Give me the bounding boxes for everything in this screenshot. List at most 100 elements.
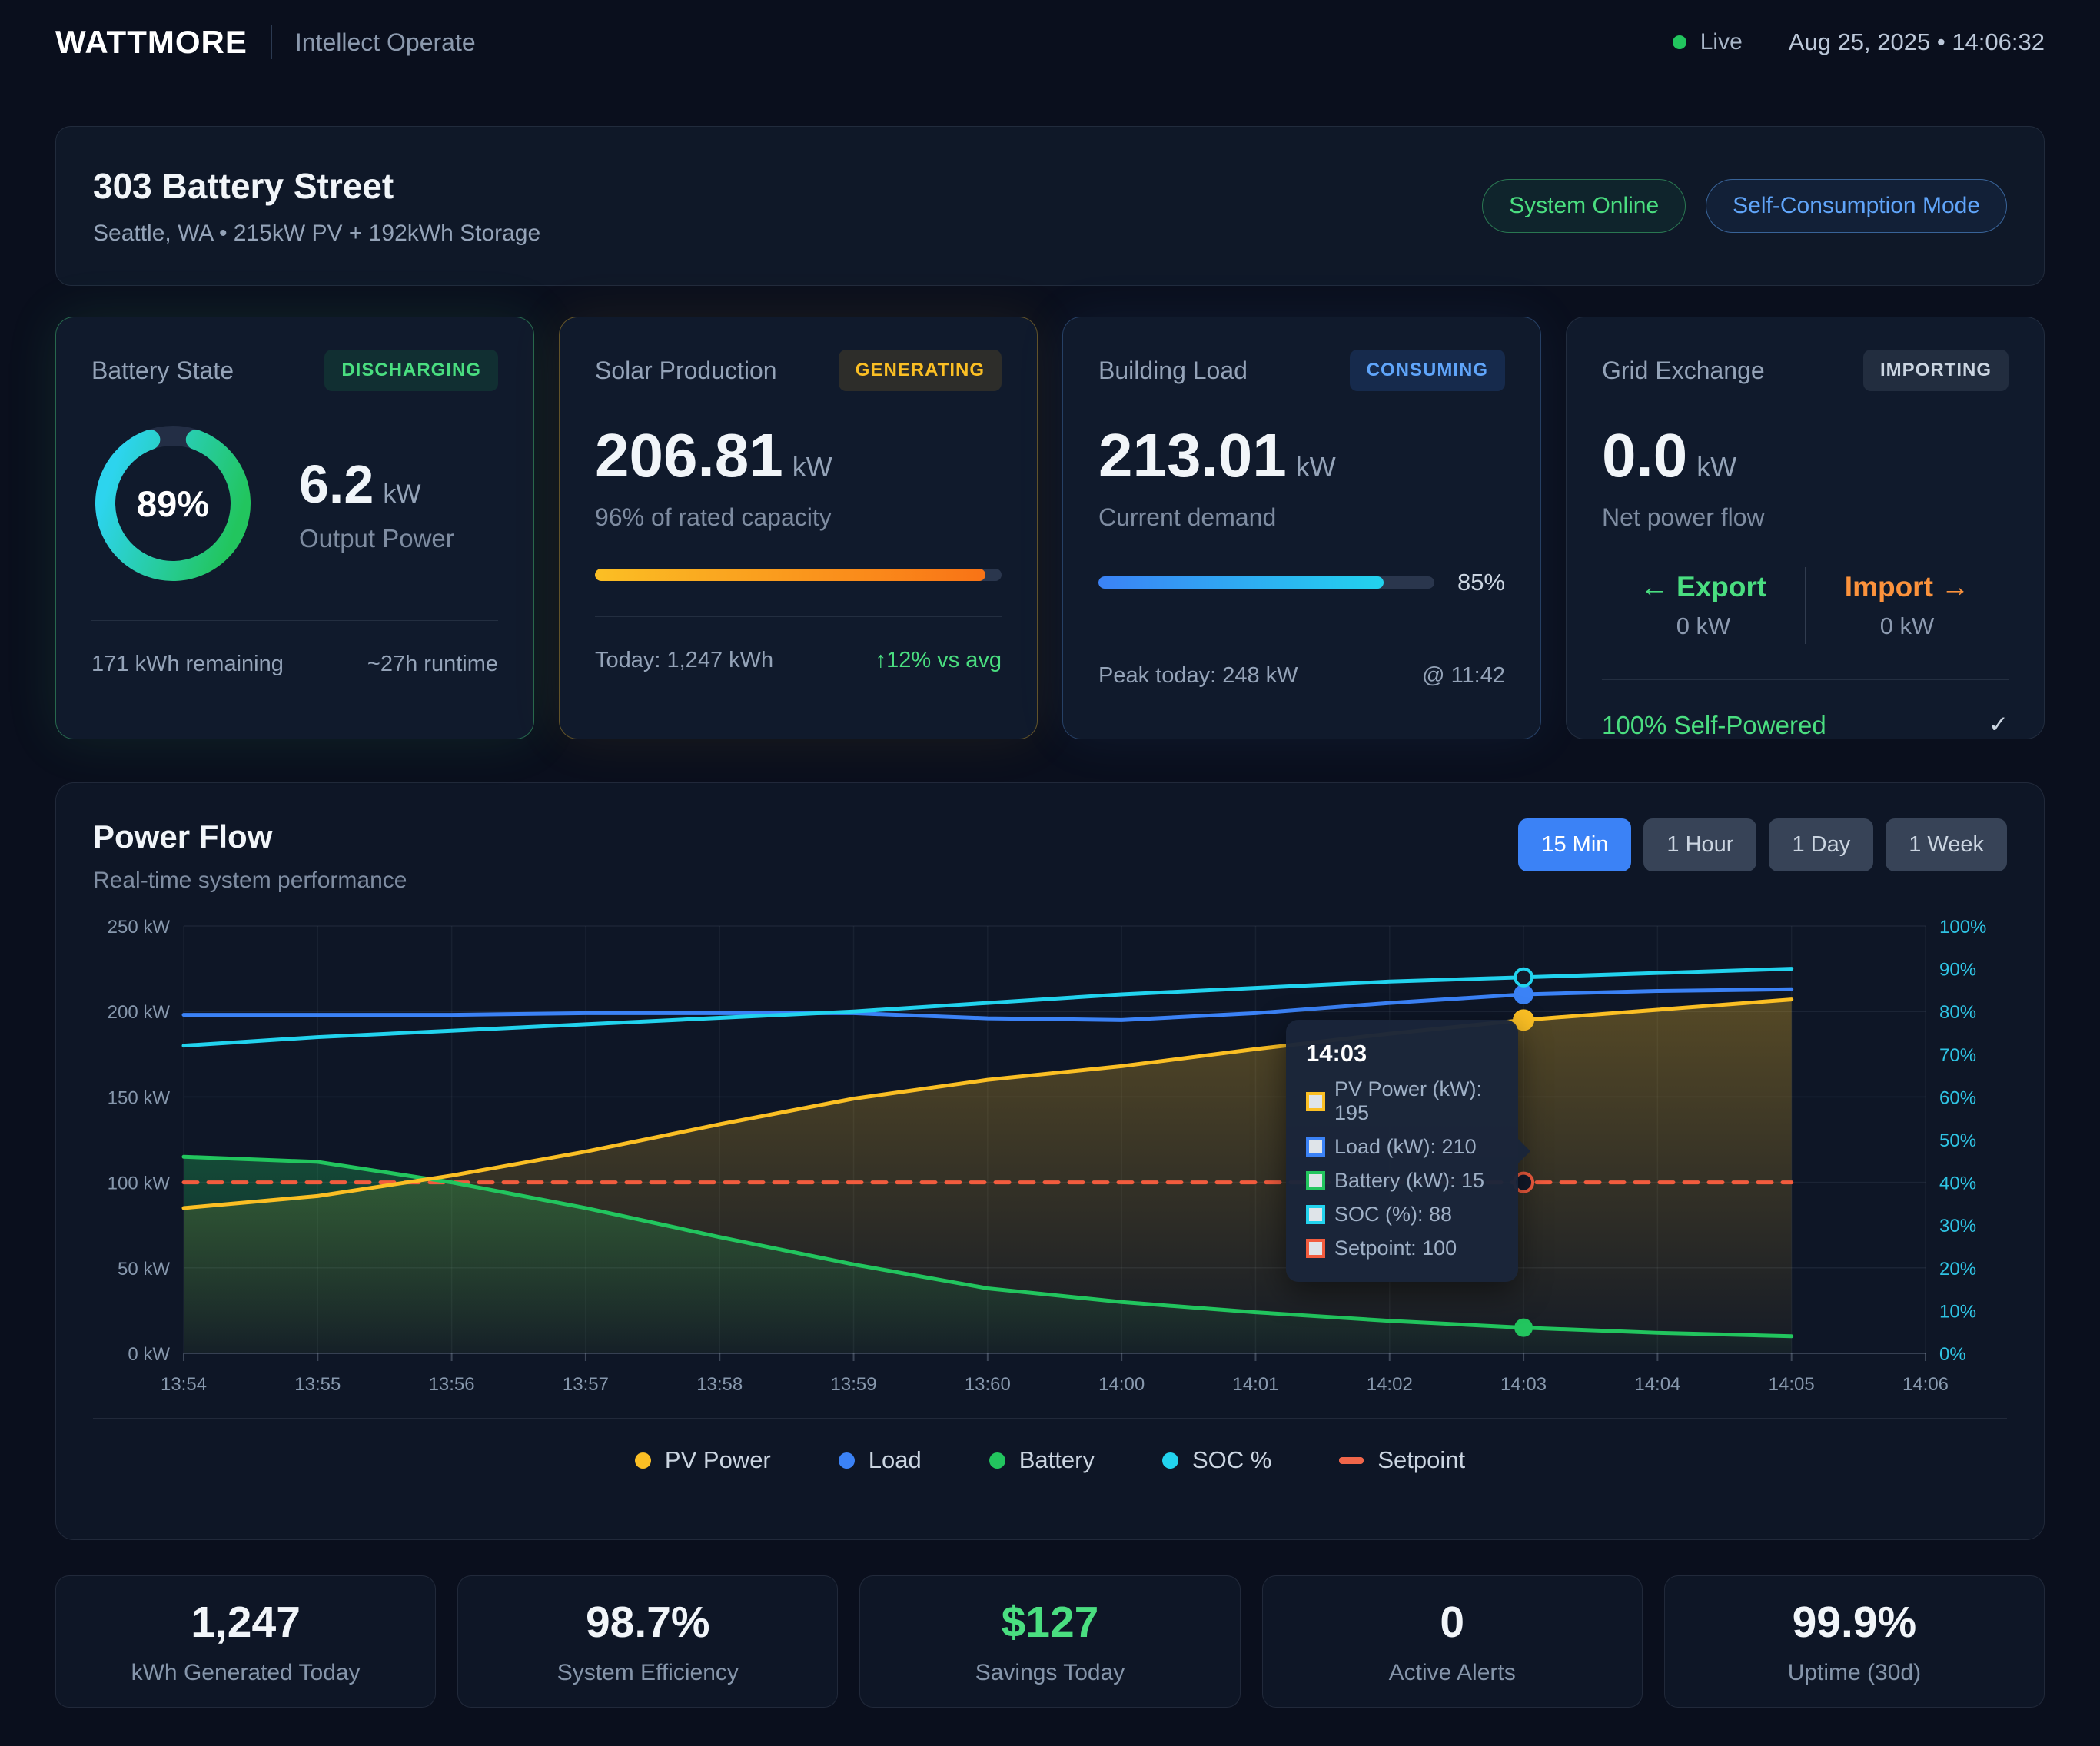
battery-swatch-icon — [1306, 1171, 1325, 1190]
solar-value-number: 206.81 — [595, 421, 783, 490]
grid-import-block: Import → 0 kW — [1806, 571, 2009, 640]
battery-output-unit: kW — [383, 480, 420, 509]
site-overview-card: 303 Battery Street Seattle, WA • 215kW P… — [55, 126, 2045, 286]
legend-label: PV Power — [665, 1446, 771, 1474]
self-powered-label: 100% Self-Powered — [1602, 711, 1826, 740]
legend-item-setpoint: Setpoint — [1339, 1446, 1465, 1474]
x-axis-label: 14:03 — [1500, 1374, 1547, 1395]
site-badges: System Online Self-Consumption Mode — [1482, 179, 2007, 233]
chart-legend: PV Power Load Battery SOC % Setpoint — [93, 1418, 2007, 1474]
range-button-1hour[interactable]: 1 Hour — [1643, 818, 1756, 871]
power-flow-chart[interactable]: 250 kW200 kW150 kW100 kW50 kW0 kW100%90%… — [93, 912, 2009, 1404]
solar-status-badge: GENERATING — [839, 350, 1002, 391]
kpi-row: Battery State DISCHARGING — [55, 317, 2045, 739]
y-axis-label: 0 kW — [128, 1344, 170, 1365]
x-axis-label: 13:59 — [831, 1374, 877, 1395]
building-load-card: Building Load CONSUMING 213.01kW Current… — [1062, 317, 1541, 739]
marker-load — [1514, 984, 1533, 1004]
battery-card-divider — [91, 620, 498, 621]
solar-card-header: Solar Production GENERATING — [595, 350, 1002, 391]
load-card-footer: Peak today: 248 kW @ 11:42 — [1098, 663, 1505, 689]
stat-value: 99.9% — [1793, 1597, 1917, 1648]
battery-remaining: 171 kWh remaining — [91, 652, 284, 677]
load-value-unit: kW — [1296, 451, 1336, 483]
y2-axis-label: 10% — [1939, 1301, 1976, 1322]
battery-card-title: Battery State — [91, 357, 234, 385]
time-range-buttons: 15 Min 1 Hour 1 Day 1 Week — [1518, 818, 2007, 871]
y-axis-label: 250 kW — [108, 917, 171, 938]
range-button-1day[interactable]: 1 Day — [1769, 818, 1873, 871]
live-dot-icon — [1673, 35, 1686, 49]
power-flow-subtitle: Real-time system performance — [93, 868, 407, 894]
grid-card-divider — [1602, 679, 2009, 680]
grid-import-label: Import → — [1806, 571, 2009, 603]
solar-progress-track — [595, 569, 1002, 581]
battery-dot-icon — [989, 1452, 1005, 1469]
battery-card-header: Battery State DISCHARGING — [91, 350, 498, 391]
solar-card-title: Solar Production — [595, 357, 777, 385]
stat-kwh-generated: 1,247 kWh Generated Today — [55, 1575, 436, 1708]
load-value-number: 213.01 — [1098, 421, 1287, 490]
battery-soc-ring: 89% — [91, 422, 254, 585]
stat-value: $127 — [1002, 1597, 1099, 1648]
grid-card-title: Grid Exchange — [1602, 357, 1765, 385]
stat-label: Savings Today — [975, 1660, 1125, 1686]
setpoint-dash-icon — [1339, 1457, 1364, 1464]
load-card-header: Building Load CONSUMING — [1098, 350, 1505, 391]
stat-label: Uptime (30d) — [1788, 1660, 1921, 1686]
tooltip-battery-text: Battery (kW): 15 — [1334, 1169, 1484, 1193]
stat-savings-today: $127 Savings Today — [859, 1575, 1240, 1708]
load-card-title: Building Load — [1098, 357, 1248, 385]
y-axis-label: 200 kW — [108, 1002, 171, 1023]
battery-output-value: 6.2 kW — [299, 453, 454, 515]
y-axis-label: 50 kW — [118, 1259, 170, 1280]
brand-block: WATTMORE Intellect Operate — [55, 24, 476, 61]
grid-value-number: 0.0 — [1602, 421, 1687, 490]
x-axis-label: 13:60 — [965, 1374, 1011, 1395]
range-button-15min[interactable]: 15 Min — [1518, 818, 1631, 871]
dashboard-page: WATTMORE Intellect Operate Live Aug 25, … — [0, 0, 2100, 1708]
power-flow-titles: Power Flow Real-time system performance — [93, 818, 407, 894]
site-subtitle: Seattle, WA • 215kW PV + 192kWh Storage — [93, 221, 540, 247]
x-axis-label: 14:05 — [1769, 1374, 1815, 1395]
live-status: Live — [1673, 29, 1743, 55]
self-consumption-mode-badge[interactable]: Self-Consumption Mode — [1706, 179, 2007, 233]
pv-power-dot-icon — [635, 1452, 651, 1469]
soc-dot-icon — [1162, 1452, 1178, 1469]
load-progress-track — [1098, 576, 1434, 589]
load-progress-row: 85% — [1098, 569, 1505, 596]
y2-axis-label: 40% — [1939, 1173, 1976, 1194]
battery-runtime: ~27h runtime — [367, 652, 498, 677]
tooltip-setpoint-text: Setpoint: 100 — [1334, 1236, 1457, 1260]
system-online-badge: System Online — [1482, 179, 1686, 233]
live-label: Live — [1700, 29, 1743, 55]
solar-value: 206.81kW — [595, 420, 1002, 491]
power-flow-panel: Power Flow Real-time system performance … — [55, 782, 2045, 1540]
y2-axis-label: 60% — [1939, 1087, 1976, 1108]
tooltip-load-text: Load (kW): 210 — [1334, 1135, 1477, 1159]
grid-export-block: ← Export 0 kW — [1602, 571, 1805, 640]
legend-item-soc: SOC % — [1162, 1446, 1271, 1474]
stat-label: System Efficiency — [557, 1660, 739, 1686]
grid-status-badge: IMPORTING — [1863, 350, 2009, 391]
summary-stats-row: 1,247 kWh Generated Today 98.7% System E… — [55, 1575, 2045, 1708]
x-axis-label: 13:56 — [429, 1374, 475, 1395]
y2-axis-label: 20% — [1939, 1259, 1976, 1280]
brand-logo: WATTMORE — [55, 24, 248, 61]
grid-flows: ← Export 0 kW Import → 0 kW — [1602, 567, 2009, 644]
tooltip-soc-text: SOC (%): 88 — [1334, 1203, 1452, 1227]
legend-label: Load — [869, 1446, 922, 1474]
power-flow-title: Power Flow — [93, 818, 407, 855]
range-button-1week[interactable]: 1 Week — [1886, 818, 2007, 871]
power-flow-header: Power Flow Real-time system performance … — [93, 818, 2007, 894]
grid-value-unit: kW — [1696, 451, 1736, 483]
legend-label: Battery — [1019, 1446, 1095, 1474]
legend-label: SOC % — [1192, 1446, 1271, 1474]
stat-uptime: 99.9% Uptime (30d) — [1664, 1575, 2045, 1708]
top-bar: WATTMORE Intellect Operate Live Aug 25, … — [55, 0, 2045, 80]
site-title: 303 Battery Street — [93, 165, 540, 207]
battery-output-number: 6.2 — [299, 454, 374, 514]
marker-soc — [1515, 969, 1532, 986]
solar-vs-avg: ↑12% vs avg — [876, 648, 1002, 673]
legend-label: Setpoint — [1377, 1446, 1465, 1474]
